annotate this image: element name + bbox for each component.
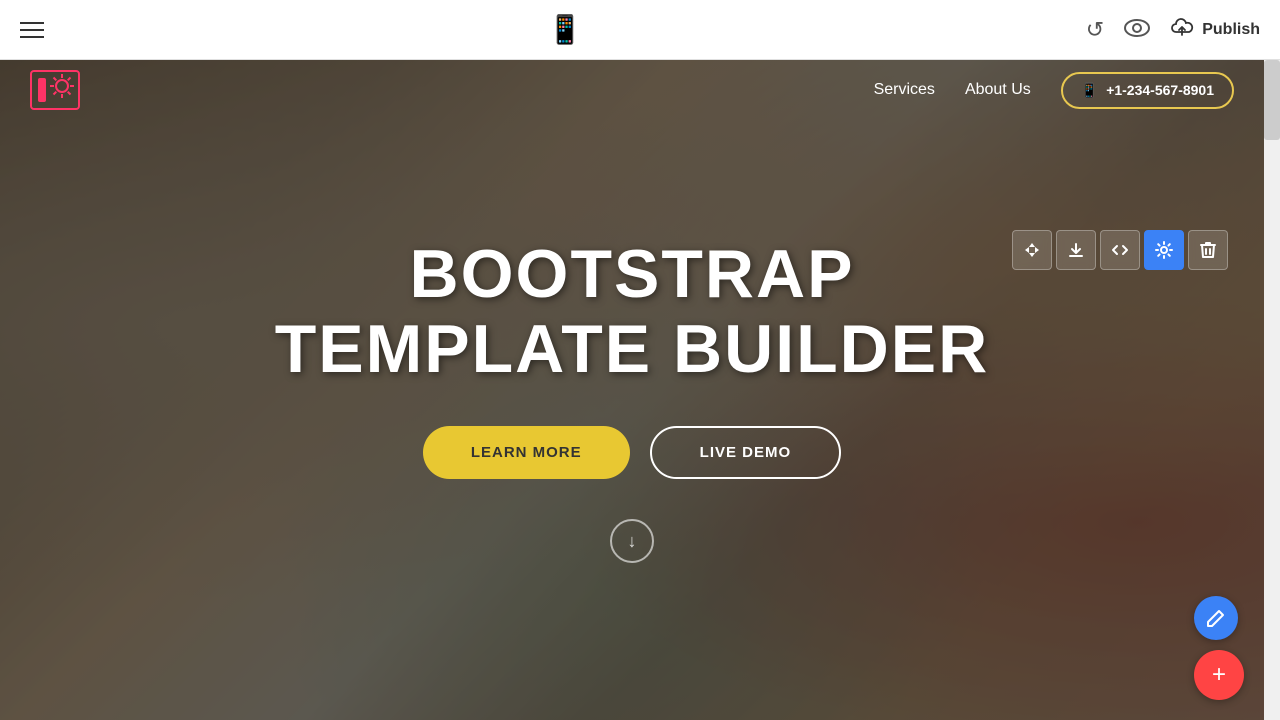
top-toolbar: 📱 ↺ Publish [0,0,1280,60]
nav-phone-number: +1-234-567-8901 [1106,82,1214,98]
section-move-button[interactable] [1012,230,1052,270]
main-area: Services About Us 📱 +1-234-567-8901 BOOT… [0,60,1280,720]
toolbar-left [20,22,44,38]
preview-icon[interactable] [1124,17,1150,43]
fab-edit-button[interactable] [1194,596,1238,640]
nav-phone-button[interactable]: 📱 +1-234-567-8901 [1061,72,1234,109]
nav-services[interactable]: Services [874,81,935,99]
fab-container: + [1194,596,1244,700]
site-nav-links: Services About Us 📱 +1-234-567-8901 [874,72,1234,109]
hero-title-line1: BOOTSTRAP [275,237,990,312]
undo-icon[interactable]: ↺ [1086,17,1104,43]
toolbar-center: 📱 [547,13,582,46]
live-demo-button[interactable]: LIVE DEMO [650,426,842,479]
hero-section: Services About Us 📱 +1-234-567-8901 BOOT… [0,60,1264,720]
hamburger-menu[interactable] [20,22,44,38]
hero-content: BOOTSTRAP TEMPLATE BUILDER LEARN MORE LI… [275,237,990,564]
site-logo [30,70,80,110]
learn-more-button[interactable]: LEARN MORE [423,426,630,479]
hero-buttons: LEARN MORE LIVE DEMO [275,426,990,479]
mobile-preview-icon[interactable]: 📱 [547,13,582,46]
fab-add-button[interactable]: + [1194,650,1244,700]
section-delete-button[interactable] [1188,230,1228,270]
section-code-button[interactable] [1100,230,1140,270]
scroll-down-button[interactable]: ↓ [610,519,654,563]
publish-label: Publish [1202,21,1260,39]
cloud-upload-icon [1170,18,1194,42]
website-preview: Services About Us 📱 +1-234-567-8901 BOOT… [0,60,1264,720]
hero-title-line2: TEMPLATE BUILDER [275,312,990,387]
scrollbar[interactable] [1264,60,1280,720]
publish-button[interactable]: Publish [1170,18,1260,42]
logo-icon [30,70,80,110]
section-toolbar [1012,230,1228,270]
toolbar-right: ↺ Publish [1086,17,1260,43]
fab-add-icon: + [1212,663,1226,687]
section-download-button[interactable] [1056,230,1096,270]
section-settings-button[interactable] [1144,230,1184,270]
site-navbar: Services About Us 📱 +1-234-567-8901 [0,60,1264,120]
phone-icon: 📱 [1081,82,1098,99]
hero-title: BOOTSTRAP TEMPLATE BUILDER [275,237,990,387]
scrollbar-thumb[interactable] [1264,60,1280,140]
scroll-down-arrow-icon: ↓ [628,531,637,552]
nav-about-us[interactable]: About Us [965,81,1031,99]
